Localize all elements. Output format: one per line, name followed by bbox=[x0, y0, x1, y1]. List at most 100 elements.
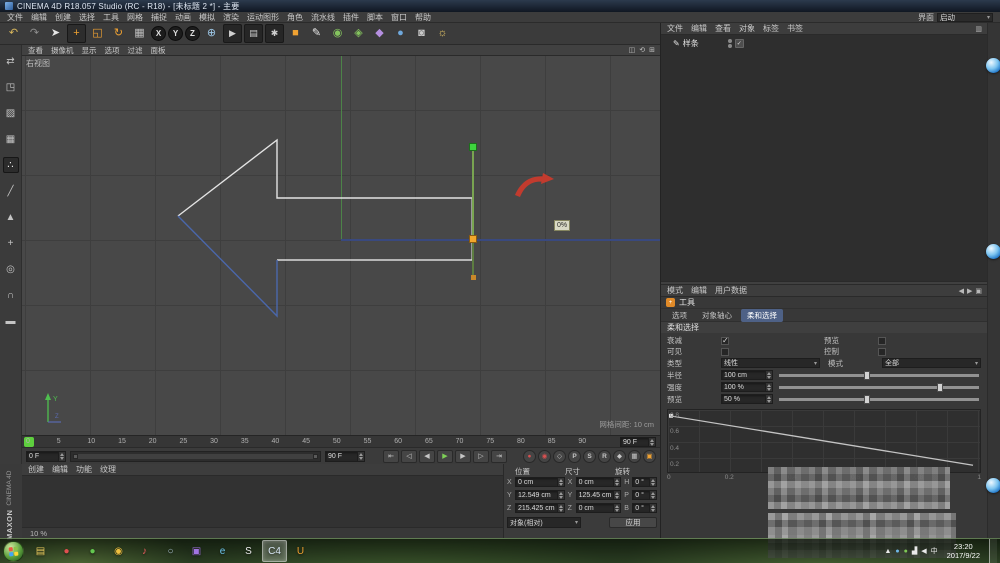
spinner-icon[interactable] bbox=[556, 478, 564, 486]
menu-item[interactable]: 渲染 bbox=[219, 12, 243, 23]
lock-icon[interactable]: ▣ bbox=[975, 287, 982, 295]
spinner-icon[interactable] bbox=[613, 491, 621, 499]
object-manager-menu-item[interactable]: 书签 bbox=[783, 23, 807, 34]
toolbar-button[interactable]: ◈ bbox=[349, 24, 368, 43]
viewport-menu-item[interactable]: 过滤 bbox=[124, 45, 147, 56]
spline-end-handle[interactable] bbox=[471, 275, 476, 280]
show-desktop-button[interactable] bbox=[989, 538, 997, 563]
coordinate-field[interactable]: 215.425 cm bbox=[515, 503, 565, 513]
attribute-tab[interactable]: 柔和选择 bbox=[741, 308, 783, 322]
apply-button[interactable]: 应用 bbox=[609, 517, 657, 528]
toolbar-button[interactable]: X bbox=[151, 26, 166, 41]
object-tag-icon[interactable]: ✓ bbox=[734, 39, 744, 48]
taskbar-app-button[interactable]: ● bbox=[54, 540, 79, 562]
tray-icon[interactable]: 中 bbox=[931, 546, 938, 556]
viewport-control-icon[interactable]: ⊞ bbox=[649, 46, 655, 54]
transport-button[interactable]: ▶ bbox=[437, 449, 453, 463]
toolbar-button[interactable]: ↻ bbox=[109, 24, 128, 43]
record-button[interactable]: ◉ bbox=[538, 449, 551, 463]
spinner-icon[interactable] bbox=[765, 371, 772, 379]
spinner-icon[interactable] bbox=[648, 438, 655, 446]
menu-item[interactable]: 捕捉 bbox=[147, 12, 171, 23]
start-button[interactable] bbox=[3, 540, 24, 562]
material-menu-item[interactable]: 功能 bbox=[72, 464, 96, 475]
transport-button[interactable]: ◁ bbox=[401, 449, 417, 463]
current-frame-field[interactable]: 0 F bbox=[26, 450, 66, 462]
taskbar-app-button[interactable]: ● bbox=[80, 540, 105, 562]
transport-button[interactable]: ⇥ bbox=[491, 449, 507, 463]
taskbar-app-button[interactable]: C4 bbox=[262, 540, 287, 562]
menu-item[interactable]: 模拟 bbox=[195, 12, 219, 23]
taskbar-app-button[interactable]: ♪ bbox=[132, 540, 157, 562]
record-button[interactable]: ◇ bbox=[553, 449, 566, 463]
mode-button[interactable]: + bbox=[3, 235, 19, 251]
checkbox[interactable] bbox=[878, 336, 886, 345]
value-field[interactable]: 50 % bbox=[721, 394, 773, 404]
floating-ball-widget[interactable] bbox=[986, 244, 1000, 259]
falloff-curve-editor[interactable]: 0.8 0.6 0.4 0.2 bbox=[667, 409, 981, 473]
spinner-icon[interactable] bbox=[649, 504, 656, 512]
toolbar-button[interactable]: ✎ bbox=[307, 24, 326, 43]
coordinate-field[interactable]: 0 cm bbox=[575, 477, 622, 487]
rotation-gizmo-icon[interactable] bbox=[514, 172, 556, 200]
attribute-menu-item[interactable]: 编辑 bbox=[687, 285, 711, 296]
menu-item[interactable]: 窗口 bbox=[387, 12, 411, 23]
mode-button[interactable]: ◎ bbox=[3, 261, 19, 277]
viewport-menu-item[interactable]: 显示 bbox=[78, 45, 101, 56]
coordinate-field[interactable]: 125.45 cm bbox=[575, 490, 622, 500]
toolbar-button[interactable]: ● bbox=[391, 24, 410, 43]
tray-icon[interactable]: ▲ bbox=[884, 548, 891, 555]
toolbar-button[interactable]: ↶ bbox=[4, 24, 23, 43]
spinner-icon[interactable] bbox=[649, 491, 656, 499]
spinner-icon[interactable] bbox=[765, 383, 772, 391]
object-manager-menu-item[interactable]: 对象 bbox=[735, 23, 759, 34]
taskbar-app-button[interactable]: e bbox=[210, 540, 235, 562]
toolbar-button[interactable]: ▦ bbox=[130, 24, 149, 43]
toolbar-button[interactable]: ◱ bbox=[88, 24, 107, 43]
object-manager-menu-item[interactable]: 查看 bbox=[711, 23, 735, 34]
toolbar-button[interactable]: ⊕ bbox=[202, 24, 221, 43]
coordinate-field[interactable]: 0 ° bbox=[632, 503, 657, 513]
mode-button[interactable]: ▲ bbox=[3, 209, 19, 225]
viewport-menu-item[interactable]: 查看 bbox=[24, 45, 47, 56]
checkbox[interactable] bbox=[721, 347, 729, 356]
menu-item[interactable]: 文件 bbox=[3, 12, 27, 23]
menu-item[interactable]: 流水线 bbox=[307, 12, 339, 23]
checkbox[interactable] bbox=[878, 347, 886, 356]
record-button[interactable]: P bbox=[568, 449, 581, 463]
spinner-icon[interactable] bbox=[765, 395, 772, 403]
mode-button[interactable]: ▦ bbox=[3, 131, 19, 147]
transport-button[interactable]: ◀ bbox=[419, 449, 435, 463]
coordinate-field[interactable]: 0 ° bbox=[632, 490, 657, 500]
material-menu-item[interactable]: 创建 bbox=[24, 464, 48, 475]
toolbar-button[interactable]: ◙ bbox=[412, 24, 431, 43]
menu-item[interactable]: 创建 bbox=[51, 12, 75, 23]
object-list[interactable]: ✎ 样条 ✓ bbox=[661, 35, 987, 281]
object-manager-menu-item[interactable]: 编辑 bbox=[687, 23, 711, 34]
slider[interactable] bbox=[779, 394, 981, 404]
tray-icon[interactable]: ▟ bbox=[912, 547, 917, 555]
mode-button[interactable]: ▬ bbox=[3, 313, 19, 329]
tray-icon[interactable]: ◀ bbox=[921, 547, 926, 555]
filter-icon[interactable]: ▥ bbox=[975, 25, 982, 33]
coordinate-field[interactable]: 0 ° bbox=[632, 477, 657, 487]
layout-preset-select[interactable]: 启动 ▾ bbox=[937, 12, 993, 22]
dropdown[interactable]: 线性 ▾ bbox=[721, 358, 820, 368]
viewport-canvas[interactable]: 0% 右视图 Y Z 网格间距: 10 cm bbox=[22, 56, 660, 435]
selected-point-handle[interactable] bbox=[469, 235, 477, 243]
range-start-grip[interactable] bbox=[73, 453, 78, 459]
coordinate-mode-select[interactable]: 对象(相对) ▾ bbox=[507, 517, 581, 528]
range-end-grip[interactable] bbox=[313, 453, 318, 459]
taskbar-clock[interactable]: 23:20 2017/9/22 bbox=[942, 542, 985, 560]
mode-button[interactable]: ∩ bbox=[3, 287, 19, 303]
record-button[interactable]: ◆ bbox=[613, 449, 626, 463]
end-frame-display[interactable]: 90 F bbox=[620, 437, 656, 447]
preview-range-slider[interactable] bbox=[70, 450, 321, 462]
spline-start-handle[interactable] bbox=[469, 143, 477, 151]
menu-item[interactable]: 帮助 bbox=[411, 12, 435, 23]
transport-button[interactable]: ▶ bbox=[455, 449, 471, 463]
taskbar-app-button[interactable]: ○ bbox=[158, 540, 183, 562]
object-manager-menu-item[interactable]: 文件 bbox=[663, 23, 687, 34]
slider-knob[interactable] bbox=[863, 370, 870, 380]
spinner-icon[interactable] bbox=[58, 451, 65, 461]
